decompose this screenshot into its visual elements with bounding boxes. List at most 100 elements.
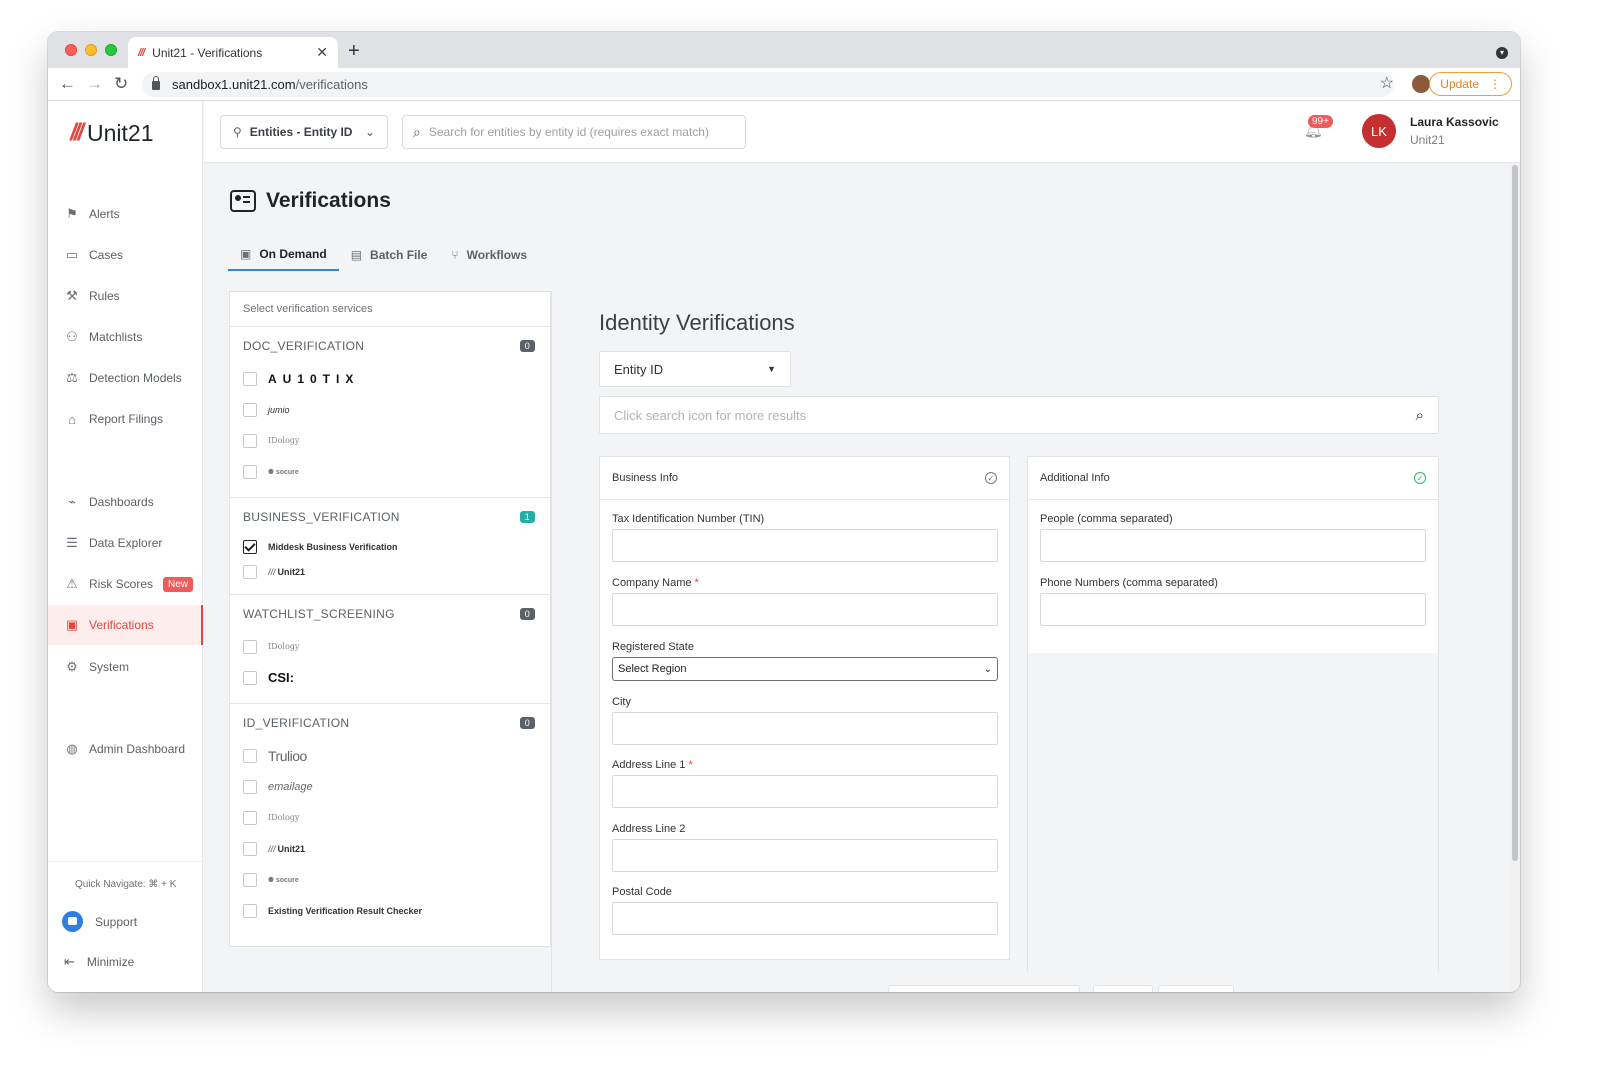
bookmark-star-icon[interactable]: ☆ xyxy=(1380,73,1394,93)
sidebar-item-detection-models[interactable]: ⚖ Detection Models xyxy=(48,358,203,398)
search-icon[interactable]: ⌕ xyxy=(1416,407,1424,424)
unit21-favicon-icon: /// xyxy=(138,46,145,59)
sidebar-item-risk-scores[interactable]: ⚠ Risk Scores New xyxy=(48,564,203,604)
service-option-au10tix[interactable]: AU10TIX xyxy=(243,363,535,394)
tin-input[interactable] xyxy=(612,529,998,562)
field-label: Address Line 2 xyxy=(612,823,686,835)
address-bar[interactable]: sandbox1.unit21.com/verifications xyxy=(142,72,1394,97)
browser-tab[interactable]: /// Unit21 - Verifications ✕ xyxy=(128,37,338,68)
checkbox[interactable] xyxy=(243,841,257,856)
field-label: Address Line 1 * xyxy=(612,759,693,771)
checkbox[interactable] xyxy=(243,748,257,763)
update-button[interactable]: Update ⋮ xyxy=(1429,72,1512,96)
checkbox[interactable] xyxy=(243,433,257,448)
checkbox[interactable] xyxy=(243,670,257,685)
service-option-emailage[interactable]: emailage xyxy=(243,771,535,802)
sidebar-item-system[interactable]: ⚙ System xyxy=(48,647,203,687)
entity-search-input[interactable]: ⌕ Search for entities by entity id (requ… xyxy=(402,115,746,149)
service-option-socure[interactable]: ✺ socure xyxy=(243,456,535,487)
footer-button-peek[interactable] xyxy=(1093,985,1153,992)
service-option-trulioo[interactable]: Trulioo xyxy=(243,740,535,771)
address-line-1-input[interactable] xyxy=(612,775,998,808)
address-line-2-input[interactable] xyxy=(612,839,998,872)
scale-icon: ⚖ xyxy=(66,370,78,385)
user-icon: ⚲ xyxy=(233,125,242,139)
sidebar-item-label: Rules xyxy=(89,289,120,303)
footer-control-peek xyxy=(888,985,1080,992)
minimize-window-button[interactable] xyxy=(85,44,97,56)
close-tab-icon[interactable]: ✕ xyxy=(316,44,328,61)
new-tab-button[interactable]: + xyxy=(348,40,360,63)
support-button[interactable]: Support xyxy=(62,911,137,932)
company-name-input[interactable] xyxy=(612,593,998,626)
scrollbar-thumb[interactable] xyxy=(1512,165,1518,861)
close-window-button[interactable] xyxy=(65,44,77,56)
browser-tab-title: Unit21 - Verifications xyxy=(152,45,263,60)
checkbox[interactable] xyxy=(243,564,257,579)
tab-workflows[interactable]: ⑂ Workflows xyxy=(439,239,539,271)
identifier-type-select[interactable]: Entity ID ▼ xyxy=(599,351,791,387)
address-line-2-field: Address Line 2 xyxy=(612,823,998,872)
registered-state-select[interactable]: Select Region ⌄ xyxy=(612,657,998,681)
sidebar-item-report-filings[interactable]: ⌂ Report Filings xyxy=(48,399,203,439)
zoom-window-button[interactable] xyxy=(105,44,117,56)
service-option-middesk[interactable]: Middesk Business Verification xyxy=(243,534,535,559)
jumio-logo: jumio xyxy=(268,404,290,415)
checkbox[interactable] xyxy=(243,371,257,386)
back-arrow-icon[interactable]: ← xyxy=(59,74,76,94)
checkbox[interactable] xyxy=(243,903,257,918)
checkbox[interactable] xyxy=(243,779,257,794)
unit21-logo-mark-icon: /// xyxy=(70,119,84,146)
phone-numbers-input[interactable] xyxy=(1040,593,1426,626)
reload-icon[interactable]: ↻ xyxy=(114,74,128,94)
service-option-socure[interactable]: ✺ socure xyxy=(243,864,535,895)
checkbox[interactable] xyxy=(243,402,257,417)
sidebar-item-rules[interactable]: ⚒ Rules xyxy=(48,276,203,316)
service-option-csi[interactable]: CSI: xyxy=(243,662,535,693)
sidebar-item-admin-dashboard[interactable]: ◍ Admin Dashboard xyxy=(48,729,203,769)
city-input[interactable] xyxy=(612,712,998,745)
identity-search-input[interactable]: Click search icon for more results ⌕ xyxy=(599,396,1439,434)
tab-search-icon[interactable]: ▾ xyxy=(1496,47,1508,59)
service-option-jumio[interactable]: jumio xyxy=(243,394,535,425)
tab-on-demand[interactable]: ▣ On Demand xyxy=(228,239,339,271)
user-name[interactable]: Laura Kassovic xyxy=(1410,115,1499,129)
search-icon: ⌕ xyxy=(413,123,421,140)
entity-select-label: Entities - Entity ID xyxy=(249,125,353,139)
tab-batch-file[interactable]: ▤ Batch File xyxy=(339,239,440,271)
sidebar-item-verifications[interactable]: ▣ Verifications xyxy=(48,605,203,645)
app-root: /// Unit21 ⚑ Alerts ▭ Cases ⚒ Rules ⚇ Ma… xyxy=(48,101,1520,992)
user-avatar[interactable]: LK xyxy=(1362,114,1396,148)
service-option-unit21[interactable]: ///Unit21 xyxy=(243,559,535,584)
entity-type-select[interactable]: ⚲ Entities - Entity ID ⌄ xyxy=(220,115,388,149)
profile-avatar[interactable] xyxy=(1412,75,1430,93)
gear-icon: ⚙ xyxy=(66,659,78,674)
service-option-idology[interactable]: IDology xyxy=(243,425,535,456)
id-card-icon: ▣ xyxy=(240,247,252,261)
sidebar-item-dashboards[interactable]: ⌁ Dashboards xyxy=(48,482,203,522)
postal-code-input[interactable] xyxy=(612,902,998,935)
sidebar-item-cases[interactable]: ▭ Cases xyxy=(48,235,203,275)
checkbox-checked[interactable] xyxy=(243,539,257,554)
footer-button-peek[interactable] xyxy=(1158,985,1234,992)
service-option-unit21[interactable]: ///Unit21 xyxy=(243,833,535,864)
checkbox[interactable] xyxy=(243,639,257,654)
check-circle-icon: ✓ xyxy=(985,472,997,484)
new-badge: New xyxy=(163,576,194,592)
service-option-existing-result-checker[interactable]: Existing Verification Result Checker xyxy=(243,895,535,926)
tab-label: Workflows xyxy=(466,248,528,262)
minimize-sidebar-button[interactable]: ⇤ Minimize xyxy=(64,954,134,970)
service-option-idology[interactable]: IDology xyxy=(243,631,535,662)
sidebar-item-data-explorer[interactable]: ☰ Data Explorer xyxy=(48,523,203,563)
unit21-logo[interactable]: /// Unit21 xyxy=(70,119,154,147)
forward-arrow-icon[interactable]: → xyxy=(86,74,103,94)
sidebar-item-alerts[interactable]: ⚑ Alerts xyxy=(48,194,203,234)
sidebar-item-matchlists[interactable]: ⚇ Matchlists xyxy=(48,317,203,357)
additional-info-card: Additional Info ✓ People (comma separate… xyxy=(1027,456,1439,973)
checkbox[interactable] xyxy=(243,464,257,479)
checkbox[interactable] xyxy=(243,810,257,825)
page-scrollbar[interactable] xyxy=(1510,163,1520,992)
people-input[interactable] xyxy=(1040,529,1426,562)
checkbox[interactable] xyxy=(243,872,257,887)
service-option-idology[interactable]: IDology xyxy=(243,802,535,833)
